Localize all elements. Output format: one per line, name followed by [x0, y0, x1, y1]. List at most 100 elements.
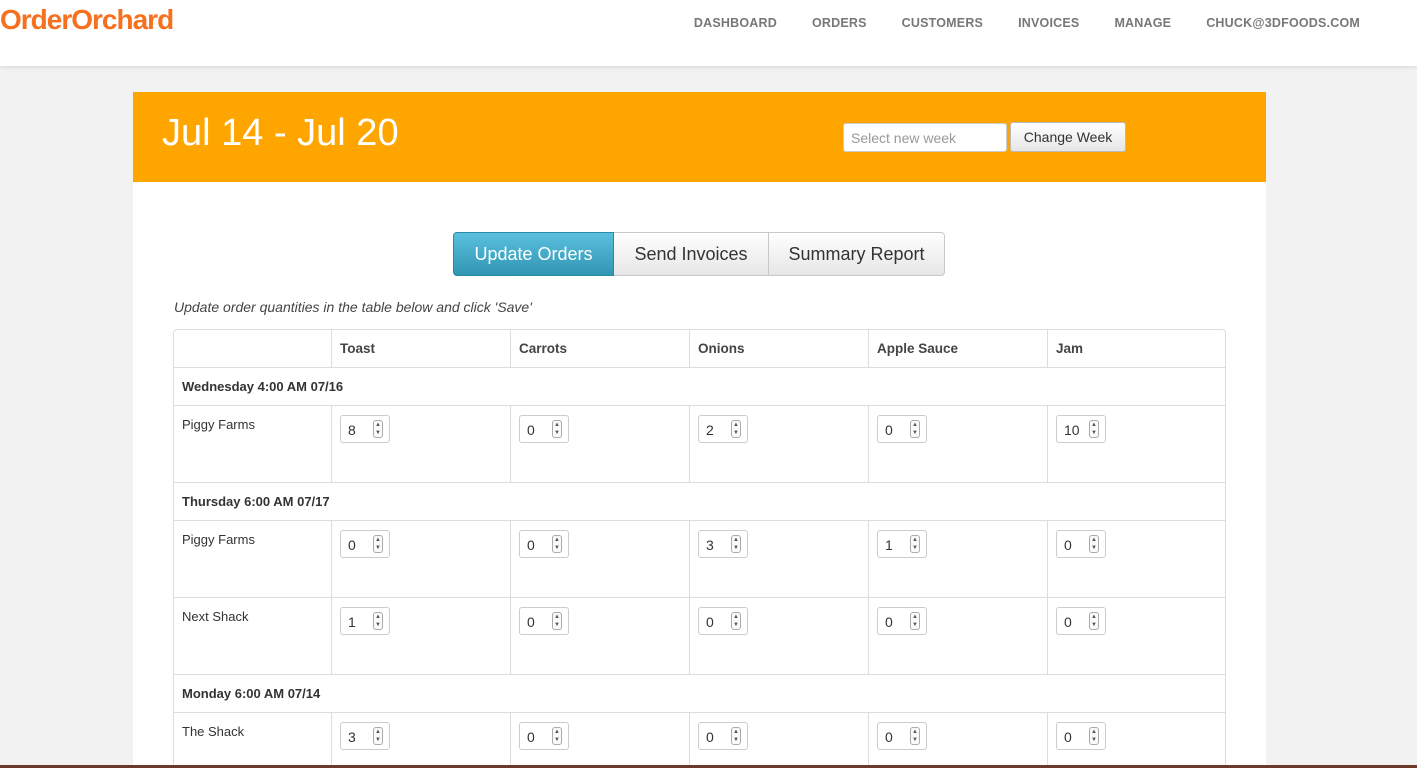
table-row: The Shack 3 ▲ ▼ 0 ▲ ▼ 0 ▲ ▼ 0 ▲ ▼ 0 ▲ ▼ — [174, 712, 1225, 768]
quantity-value: 0 — [885, 729, 893, 745]
stepper-arrows-icon[interactable]: ▲ ▼ — [731, 420, 741, 438]
nav-orders[interactable]: ORDERS — [812, 16, 867, 30]
stepper-arrows-icon[interactable]: ▲ ▼ — [1089, 612, 1099, 630]
quantity-value: 0 — [1064, 729, 1072, 745]
quantity-value: 0 — [706, 614, 714, 630]
stepper-arrows-icon[interactable]: ▲ ▼ — [373, 535, 383, 553]
instructions-text: Update order quantities in the table bel… — [174, 299, 532, 315]
quantity-stepper[interactable]: 2 ▲ ▼ — [698, 415, 748, 443]
top-navbar: OrderOrchard DASHBOARD ORDERS CUSTOMERS … — [0, 0, 1417, 66]
quantity-value: 1 — [885, 537, 893, 553]
group-row: Thursday 6:00 AM 07/17 — [174, 482, 1225, 520]
stepper-arrows-icon[interactable]: ▲ ▼ — [373, 727, 383, 745]
orders-panel: Jul 14 - Jul 20 Change Week Update Order… — [133, 92, 1266, 768]
stepper-arrows-icon[interactable]: ▲ ▼ — [731, 612, 741, 630]
week-select-input[interactable] — [843, 123, 1007, 152]
customer-name: Piggy Farms — [182, 532, 255, 547]
stepper-arrows-icon[interactable]: ▲ ▼ — [552, 535, 562, 553]
quantity-stepper[interactable]: 0 ▲ ▼ — [698, 722, 748, 750]
quantity-value: 0 — [1064, 537, 1072, 553]
stepper-arrows-icon[interactable]: ▲ ▼ — [910, 612, 920, 630]
quantity-stepper[interactable]: 0 ▲ ▼ — [519, 607, 569, 635]
stepper-arrows-icon[interactable]: ▲ ▼ — [552, 727, 562, 745]
main-nav: DASHBOARD ORDERS CUSTOMERS INVOICES MANA… — [659, 16, 1360, 30]
view-tabs: Update Orders Send Invoices Summary Repo… — [453, 232, 945, 276]
nav-dashboard[interactable]: DASHBOARD — [694, 16, 777, 30]
quantity-value: 0 — [527, 422, 535, 438]
quantity-stepper[interactable]: 0 ▲ ▼ — [1056, 607, 1106, 635]
group-row: Wednesday 4:00 AM 07/16 — [174, 367, 1225, 405]
stepper-arrows-icon[interactable]: ▲ ▼ — [552, 420, 562, 438]
customer-name: Next Shack — [182, 609, 249, 624]
quantity-stepper[interactable]: 0 ▲ ▼ — [1056, 722, 1106, 750]
quantity-value: 1 — [348, 614, 356, 630]
quantity-stepper[interactable]: 3 ▲ ▼ — [698, 530, 748, 558]
table-row: Next Shack 1 ▲ ▼ 0 ▲ ▼ 0 ▲ ▼ 0 ▲ ▼ 0 ▲ ▼ — [174, 597, 1225, 674]
nav-manage[interactable]: MANAGE — [1114, 16, 1171, 30]
stepper-arrows-icon[interactable]: ▲ ▼ — [731, 535, 741, 553]
stepper-arrows-icon[interactable]: ▲ ▼ — [373, 420, 383, 438]
tab-summary-report[interactable]: Summary Report — [769, 232, 945, 276]
column-header: Carrots — [510, 330, 689, 367]
quantity-stepper[interactable]: 0 ▲ ▼ — [519, 722, 569, 750]
delivery-group-label: Thursday 6:00 AM 07/17 — [182, 494, 330, 509]
quantity-stepper[interactable]: 0 ▲ ▼ — [698, 607, 748, 635]
quantity-stepper[interactable]: 0 ▲ ▼ — [877, 722, 927, 750]
quantity-value: 0 — [1064, 614, 1072, 630]
stepper-arrows-icon[interactable]: ▲ ▼ — [731, 727, 741, 745]
quantity-stepper[interactable]: 3 ▲ ▼ — [340, 722, 390, 750]
tab-send-invoices[interactable]: Send Invoices — [614, 232, 769, 276]
quantity-stepper[interactable]: 0 ▲ ▼ — [519, 530, 569, 558]
nav-invoices[interactable]: INVOICES — [1018, 16, 1079, 30]
quantity-value: 10 — [1064, 422, 1080, 438]
quantity-stepper[interactable]: 0 ▲ ▼ — [1056, 530, 1106, 558]
stepper-arrows-icon[interactable]: ▲ ▼ — [373, 612, 383, 630]
stepper-arrows-icon[interactable]: ▲ ▼ — [1089, 727, 1099, 745]
column-header: Toast — [331, 330, 510, 367]
customer-name: The Shack — [182, 724, 245, 739]
delivery-group-label: Wednesday 4:00 AM 07/16 — [182, 379, 344, 394]
table-row: Piggy Farms 0 ▲ ▼ 0 ▲ ▼ 3 ▲ ▼ 1 ▲ ▼ 0 ▲ ▼ — [174, 520, 1225, 597]
quantity-stepper[interactable]: 0 ▲ ▼ — [340, 530, 390, 558]
stepper-arrows-icon[interactable]: ▲ ▼ — [552, 612, 562, 630]
delivery-group-label: Monday 6:00 AM 07/14 — [182, 686, 321, 701]
table-row: Piggy Farms 8 ▲ ▼ 0 ▲ ▼ 2 ▲ ▼ 0 ▲ ▼ 10 ▲ ▼ — [174, 405, 1225, 482]
quantity-value: 2 — [706, 422, 714, 438]
quantity-stepper[interactable]: 0 ▲ ▼ — [519, 415, 569, 443]
quantity-value: 0 — [527, 537, 535, 553]
quantity-value: 0 — [885, 422, 893, 438]
quantity-value: 0 — [527, 729, 535, 745]
tab-update-orders[interactable]: Update Orders — [453, 232, 614, 276]
week-header: Jul 14 - Jul 20 Change Week — [133, 92, 1266, 182]
nav-customers[interactable]: CUSTOMERS — [902, 16, 983, 30]
quantity-value: 0 — [885, 614, 893, 630]
change-week-button[interactable]: Change Week — [1010, 122, 1126, 152]
quantity-value: 3 — [706, 537, 714, 553]
quantity-stepper[interactable]: 0 ▲ ▼ — [877, 607, 927, 635]
quantity-stepper[interactable]: 8 ▲ ▼ — [340, 415, 390, 443]
quantity-stepper[interactable]: 1 ▲ ▼ — [340, 607, 390, 635]
quantity-value: 3 — [348, 729, 356, 745]
quantity-stepper[interactable]: 1 ▲ ▼ — [877, 530, 927, 558]
quantity-stepper[interactable]: 10 ▲ ▼ — [1056, 415, 1106, 443]
brand-logo[interactable]: OrderOrchard — [0, 4, 174, 36]
nav-account[interactable]: CHUCK@3DFOODS.COM — [1206, 16, 1360, 30]
column-header: Jam — [1047, 330, 1225, 367]
stepper-arrows-icon[interactable]: ▲ ▼ — [910, 727, 920, 745]
column-header: Apple Sauce — [868, 330, 1047, 367]
stepper-arrows-icon[interactable]: ▲ ▼ — [1089, 420, 1099, 438]
quantity-value: 0 — [348, 537, 356, 553]
week-title: Jul 14 - Jul 20 — [162, 112, 399, 154]
customer-name: Piggy Farms — [182, 417, 255, 432]
quantity-value: 0 — [527, 614, 535, 630]
quantity-stepper[interactable]: 0 ▲ ▼ — [877, 415, 927, 443]
table-header-row: Toast Carrots Onions Apple Sauce Jam — [174, 330, 1225, 367]
stepper-arrows-icon[interactable]: ▲ ▼ — [1089, 535, 1099, 553]
group-row: Monday 6:00 AM 07/14 — [174, 674, 1225, 712]
header-empty — [174, 330, 331, 367]
stepper-arrows-icon[interactable]: ▲ ▼ — [910, 535, 920, 553]
quantity-value: 0 — [706, 729, 714, 745]
stepper-arrows-icon[interactable]: ▲ ▼ — [910, 420, 920, 438]
orders-table: Toast Carrots Onions Apple Sauce Jam Wed… — [173, 329, 1226, 768]
column-header: Onions — [689, 330, 868, 367]
